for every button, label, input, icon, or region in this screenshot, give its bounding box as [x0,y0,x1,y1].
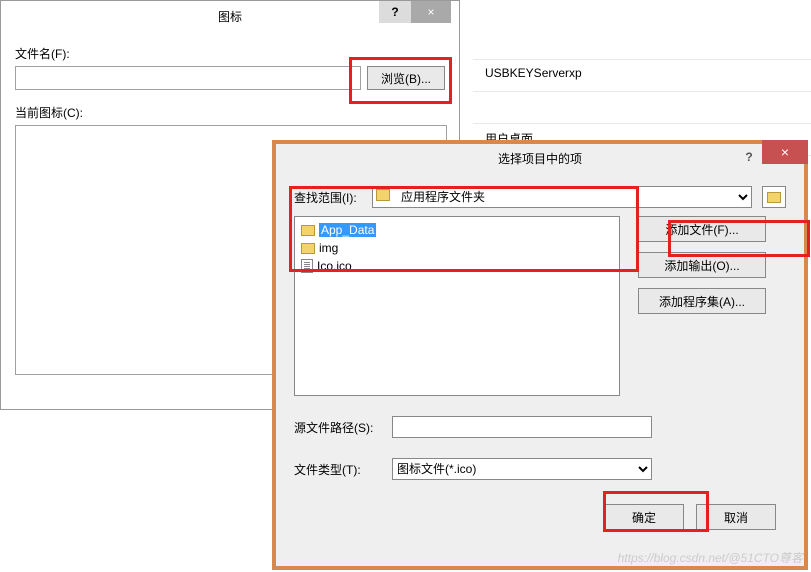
close-button[interactable]: × [762,140,808,164]
bg-cell [473,28,811,60]
filename-input[interactable] [15,66,361,90]
add-assembly-button[interactable]: 添加程序集(A)... [638,288,766,314]
file-list[interactable]: App_Data img Ico.ico [294,216,620,396]
list-item[interactable]: img [299,239,615,257]
help-button[interactable]: ? [734,147,764,167]
file-type-select[interactable]: 图标文件(*.ico) [392,458,652,480]
file-type-label: 文件类型(T): [294,461,382,478]
select-item-dialog: 选择项目中的项 ? × 查找范围(I): 应用程序文件夹 App_Data [272,140,808,570]
search-scope-label: 查找范围(I): [294,189,362,206]
file-name: Ico.ico [317,259,352,273]
current-icon-label: 当前图标(C): [15,104,445,121]
select-dialog-titlebar: 选择项目中的项 ? × [276,144,804,172]
close-button[interactable]: × [411,1,451,23]
folder-icon [301,225,315,236]
up-folder-button[interactable] [762,186,786,208]
folder-up-icon [767,192,781,203]
icon-dialog-titlebar: 图标 ? × [1,1,459,31]
bg-cell [473,92,811,124]
select-dialog-title: 选择项目中的项 [498,150,582,167]
file-name: img [319,241,338,255]
file-icon [301,259,313,273]
filename-label: 文件名(F): [15,45,445,62]
list-item[interactable]: App_Data [299,221,615,239]
bg-cell: USBKEYServerxp [473,60,811,92]
browse-button[interactable]: 浏览(B)... [367,66,445,90]
watermark: https://blog.csdn.net/@51CTO尊客 [618,549,803,566]
search-scope-select[interactable]: 应用程序文件夹 [372,186,752,208]
help-button[interactable]: ? [379,1,411,23]
ok-button[interactable]: 确定 [604,504,684,530]
source-path-input[interactable] [392,416,652,438]
icon-dialog-title: 图标 [218,8,242,25]
file-name: App_Data [319,223,376,237]
background-list: USBKEYServerxp 用户桌面 [473,28,811,156]
source-path-label: 源文件路径(S): [294,419,382,436]
search-scope-combo[interactable]: 应用程序文件夹 [372,186,752,208]
add-file-button[interactable]: 添加文件(F)... [638,216,766,242]
add-output-button[interactable]: 添加输出(O)... [638,252,766,278]
folder-icon [301,243,315,254]
cancel-button[interactable]: 取消 [696,504,776,530]
list-item[interactable]: Ico.ico [299,257,615,275]
